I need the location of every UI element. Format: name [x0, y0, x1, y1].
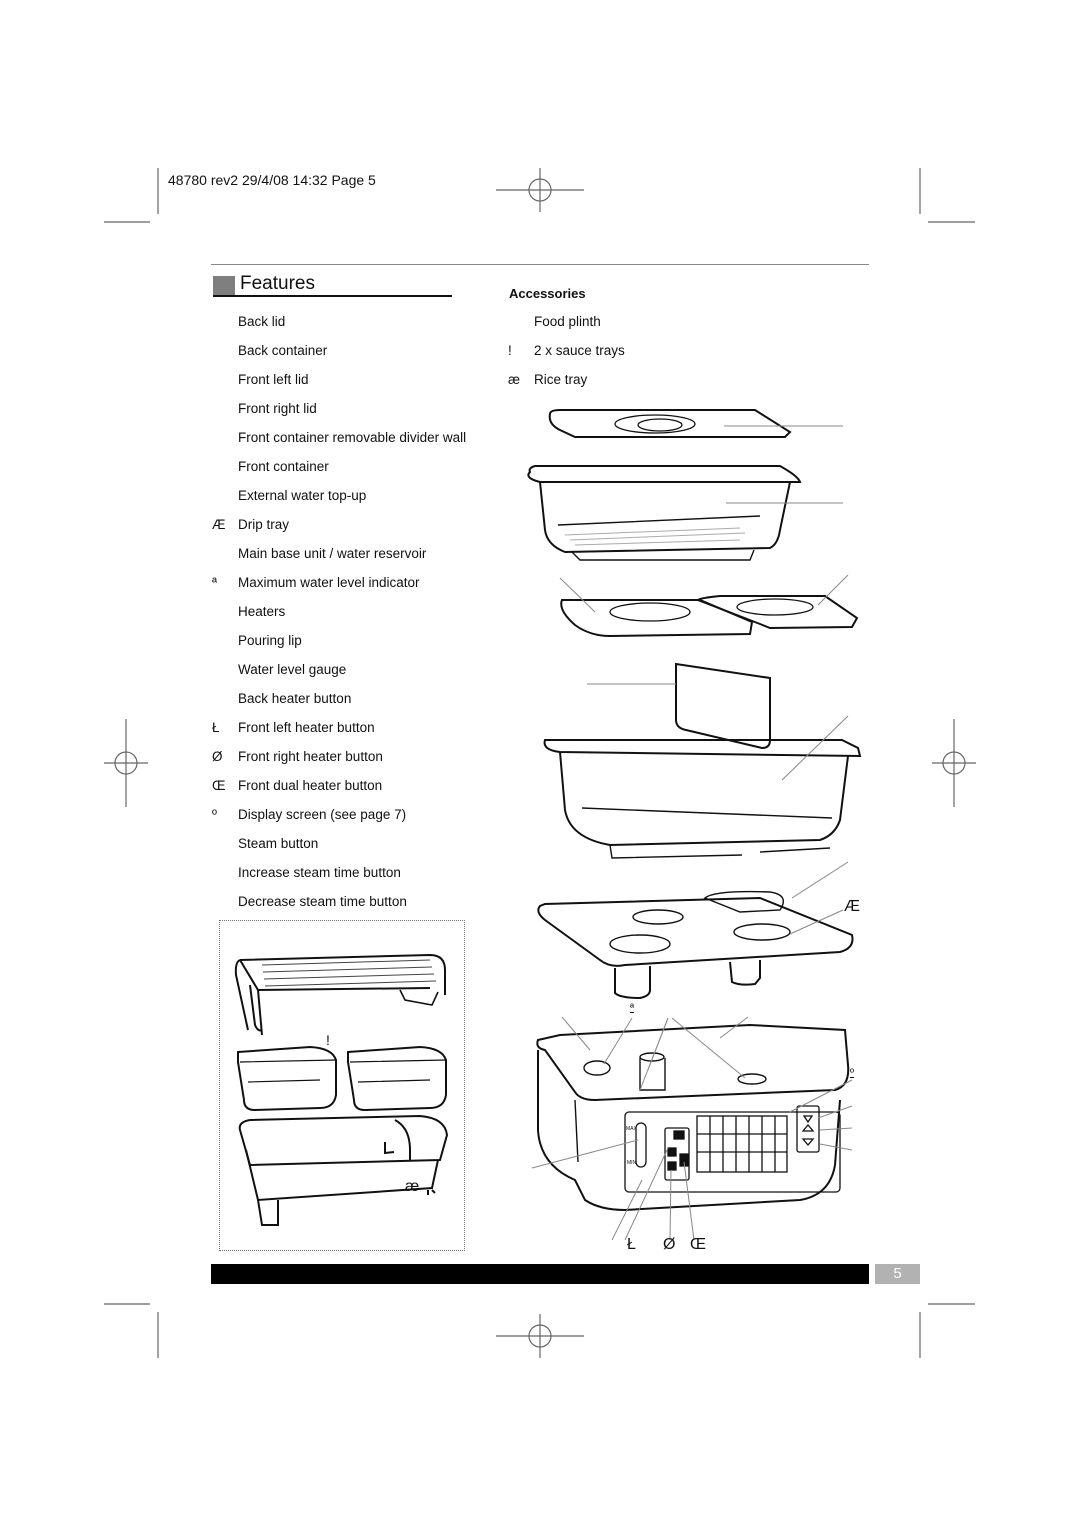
- callout-display: º: [850, 1067, 855, 1079]
- display-screen-grid: [696, 1115, 788, 1173]
- drip-tray-drawing: [537, 861, 854, 1000]
- callout-drip-tray: Æ: [844, 898, 860, 915]
- increase-steam-time-icon: [801, 1123, 815, 1132]
- callout-max-level: ª: [630, 1002, 635, 1014]
- steam-button-icon: [802, 1115, 814, 1124]
- back-container-drawing: [527, 465, 843, 561]
- footer-bar: [211, 1264, 869, 1284]
- callout-front-right-btn: Ø: [663, 1236, 676, 1253]
- gauge-min-label: MIN: [627, 1160, 637, 1166]
- callout-front-dual-btn: Œ: [690, 1236, 706, 1253]
- front-left-heater-button: [667, 1147, 677, 1157]
- front-right-heater-button: [667, 1161, 677, 1171]
- base-unit-drawing: [531, 1016, 853, 1241]
- front-container-drawing: [543, 715, 862, 859]
- page-number: 5: [875, 1264, 920, 1284]
- back-heater-button: [673, 1130, 685, 1140]
- steamer-exploded-view: [527, 409, 862, 1241]
- divider-wall-drawing: [587, 662, 771, 750]
- front-left-lid-drawing: [559, 577, 754, 638]
- callout-front-left-btn: Ł: [627, 1236, 636, 1253]
- control-panel-drawing: [624, 1105, 841, 1193]
- front-right-lid-drawing: [696, 574, 859, 630]
- gauge-max-label: MAX: [626, 1126, 637, 1132]
- back-lid-drawing: [548, 409, 843, 438]
- water-level-gauge: [635, 1122, 647, 1168]
- decrease-steam-time-icon: [801, 1138, 815, 1147]
